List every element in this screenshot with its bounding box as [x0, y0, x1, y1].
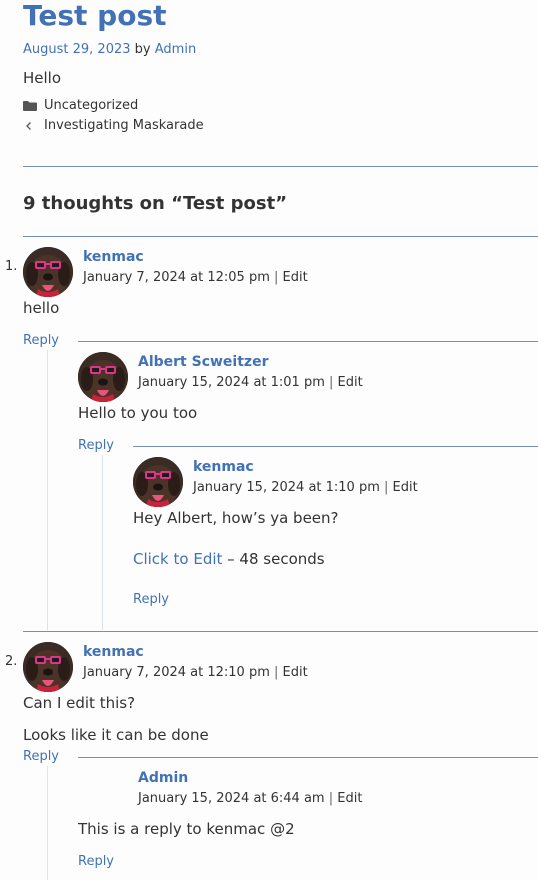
comment-edit-link[interactable]: Edit	[338, 375, 363, 390]
thread-line	[47, 350, 48, 630]
comments-divider	[23, 166, 538, 167]
post-title[interactable]: Test post	[23, 0, 167, 36]
avatar	[133, 457, 183, 507]
comment-text: Can I edit this?	[23, 694, 136, 712]
meta-separator: |	[274, 665, 279, 680]
thread-line	[47, 766, 48, 880]
post-date-link[interactable]: August 29, 2023	[23, 42, 131, 57]
reply-link[interactable]: Reply	[23, 332, 59, 350]
category-link[interactable]: Uncategorized	[44, 97, 138, 115]
dog-avatar-image	[78, 352, 128, 402]
post-author-link[interactable]: Admin	[155, 42, 196, 57]
comments-title: 9 thoughts on “Test post”	[23, 193, 288, 214]
comment-meta: January 15, 2024 at 1:10 pm | Edit	[193, 479, 418, 497]
comment-author-link[interactable]: kenmac	[83, 248, 144, 266]
comment-author-link[interactable]: kenmac	[83, 643, 144, 661]
comment-number: 1.	[5, 259, 18, 274]
comment-edit-link[interactable]: Edit	[393, 480, 418, 495]
dog-avatar-image	[23, 642, 73, 692]
comment-timestamp-link[interactable]: January 7, 2024 at 12:05 pm	[83, 270, 270, 285]
reply-link[interactable]: Reply	[23, 748, 59, 766]
comment-edit-link[interactable]: Edit	[283, 270, 308, 285]
comment-author-link[interactable]: Admin	[138, 769, 188, 787]
meta-separator: |	[328, 791, 334, 806]
comment-timestamp-link[interactable]: January 15, 2024 at 1:10 pm	[193, 480, 380, 495]
dog-avatar-image	[23, 247, 73, 297]
comment-edit-link[interactable]: Edit	[337, 791, 362, 806]
comment-text: Looks like it can be done	[23, 726, 209, 744]
post-by-word: by	[134, 42, 151, 57]
comment-divider	[23, 236, 538, 237]
comment-timestamp-link[interactable]: January 15, 2024 at 6:44 am	[138, 791, 325, 806]
avatar	[23, 642, 73, 692]
post-body: Hello	[23, 69, 62, 87]
comment-number: 2.	[5, 654, 18, 669]
comment-text: Hey Albert, how’s ya been?	[133, 509, 339, 527]
edit-timer-line: Click to Edit – 48 seconds	[133, 549, 325, 569]
avatar	[23, 247, 73, 297]
prev-post-link[interactable]: Investigating Maskarade	[44, 117, 204, 135]
folder-icon	[23, 101, 37, 111]
comment-divider	[23, 631, 538, 632]
comment-meta: January 15, 2024 at 1:01 pm | Edit	[138, 374, 363, 392]
comment-edit-link[interactable]: Edit	[283, 665, 308, 680]
post-meta: August 29, 2023 by Admin	[23, 41, 196, 59]
chevron-left-icon	[26, 122, 31, 130]
comment-meta: January 15, 2024 at 6:44 am | Edit	[138, 790, 362, 808]
meta-separator: |	[329, 375, 334, 390]
reply-divider	[78, 757, 538, 758]
reply-divider	[78, 341, 538, 342]
comment-text: Hello to you too	[78, 404, 198, 422]
avatar	[78, 352, 128, 402]
thread-line	[102, 455, 103, 630]
comment-timestamp-link[interactable]: January 7, 2024 at 12:10 pm	[83, 665, 270, 680]
reply-link[interactable]: Reply	[78, 853, 114, 871]
meta-separator: |	[384, 480, 389, 495]
dog-avatar-image	[133, 457, 183, 507]
post-navigation: Investigating Maskarade	[23, 117, 204, 135]
comment-meta: January 7, 2024 at 12:10 pm | Edit	[83, 664, 308, 682]
comment-timestamp-link[interactable]: January 15, 2024 at 1:01 pm	[138, 375, 325, 390]
post-category: Uncategorized	[23, 97, 138, 115]
reply-link[interactable]: Reply	[78, 437, 114, 455]
meta-separator: |	[274, 270, 279, 285]
comment-meta: January 7, 2024 at 12:05 pm | Edit	[83, 269, 308, 287]
edit-timer: – 48 seconds	[222, 550, 325, 568]
comment-author-link[interactable]: Albert Scweitzer	[138, 353, 268, 371]
comment-text: This is a reply to kenmac @2	[78, 820, 295, 838]
post-page: Test post August 29, 2023 by Admin Hello…	[0, 0, 538, 880]
reply-link[interactable]: Reply	[133, 591, 169, 609]
comment-text: hello	[23, 299, 60, 317]
click-to-edit-link[interactable]: Click to Edit	[133, 550, 222, 568]
reply-divider	[133, 446, 538, 447]
comment-author-link[interactable]: kenmac	[193, 458, 254, 476]
